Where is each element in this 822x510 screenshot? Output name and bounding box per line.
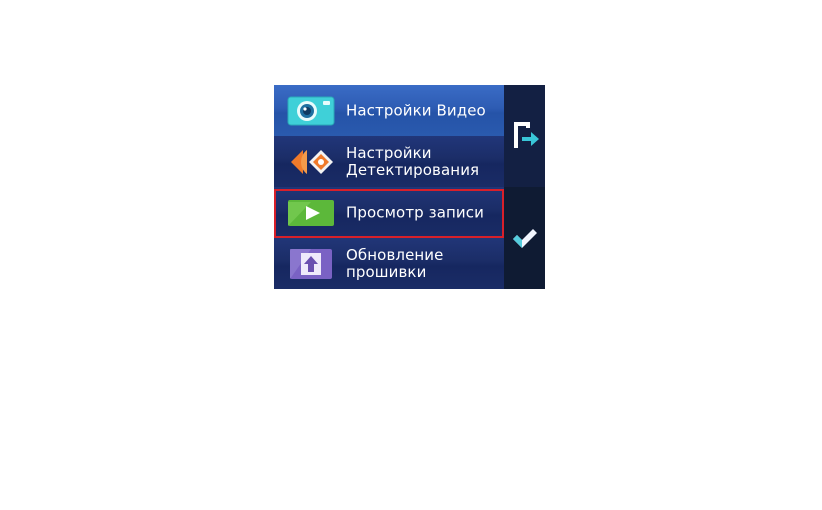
menu-item-label: Просмотр записи [346, 203, 484, 221]
exit-icon [514, 122, 539, 148]
menu-item-label: Настройки Детектирования [346, 143, 480, 179]
side-panel [504, 85, 545, 289]
menu-item-label: Обновление прошивки [346, 245, 444, 281]
upload-arrow-icon [287, 248, 335, 280]
device-screen: Настройки Видео Настройки Детектирования [274, 85, 545, 289]
menu-item-label: Настройки Видео [346, 101, 486, 119]
menu-item-playback[interactable]: Просмотр записи [274, 187, 504, 238]
radar-detector-icon [287, 146, 335, 178]
menu-item-firmware-update[interactable]: Обновление прошивки [274, 238, 504, 289]
menu-item-video-settings[interactable]: Настройки Видео [274, 85, 504, 136]
play-icon [287, 197, 335, 229]
checkmark-icon [513, 229, 537, 248]
camera-icon [287, 95, 335, 127]
settings-menu: Настройки Видео Настройки Детектирования [274, 85, 504, 289]
menu-item-detection-settings[interactable]: Настройки Детектирования [274, 136, 504, 187]
exit-button[interactable] [504, 85, 545, 187]
confirm-button[interactable] [504, 187, 545, 289]
